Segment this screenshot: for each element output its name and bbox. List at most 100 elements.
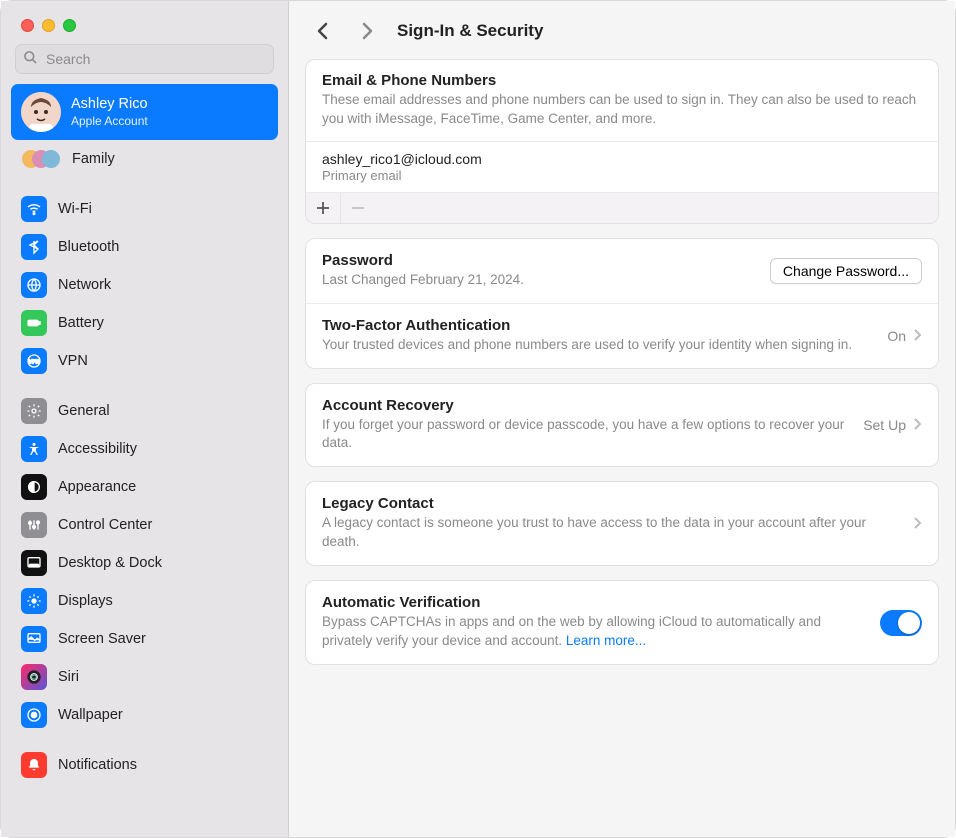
search-input[interactable] (15, 44, 274, 74)
screensaver-icon (21, 626, 47, 652)
sidebar-item-battery[interactable]: Battery (11, 304, 278, 342)
recovery-value: Set Up (863, 417, 906, 433)
sidebar-item-label: Bluetooth (58, 239, 119, 255)
legacy-desc: A legacy contact is someone you trust to… (322, 514, 898, 552)
sidebar-item-wallpaper[interactable]: Wallpaper (11, 696, 278, 734)
wallpaper-icon (21, 702, 47, 728)
password-2fa-card: Password Last Changed February 21, 2024.… (305, 238, 939, 369)
avatar (21, 92, 61, 132)
sidebar-item-appearance[interactable]: Appearance (11, 468, 278, 506)
control-icon (21, 512, 47, 538)
appearance-icon (21, 474, 47, 500)
user-subtitle: Apple Account (71, 114, 148, 128)
sidebar-item-label: Displays (58, 593, 113, 609)
sidebar-item-accessibility[interactable]: Accessibility (11, 430, 278, 468)
sidebar-item-vpn[interactable]: VPN VPN (11, 342, 278, 380)
sidebar-item-label: Network (58, 277, 111, 293)
twofa-title: Two-Factor Authentication (322, 317, 875, 334)
sidebar-item-siri[interactable]: Siri (11, 658, 278, 696)
sidebar-item-wi-fi[interactable]: Wi-Fi (11, 190, 278, 228)
close-window-button[interactable] (21, 19, 34, 32)
email-section-desc: These email addresses and phone numbers … (322, 91, 922, 129)
sidebar-item-desktop-dock[interactable]: Desktop & Dock (11, 544, 278, 582)
sidebar-item-label: Accessibility (58, 441, 137, 457)
sidebar: Ashley Rico Apple Account Family Wi-Fi Bl… (1, 1, 289, 837)
password-title: Password (322, 252, 758, 269)
sidebar-item-label: Wallpaper (58, 707, 123, 723)
sidebar-item-apple-account[interactable]: Ashley Rico Apple Account (11, 84, 278, 140)
sidebar-list: Ashley Rico Apple Account Family Wi-Fi Bl… (1, 84, 288, 837)
twofa-value: On (887, 328, 906, 344)
battery-icon (21, 310, 47, 336)
learn-more-link[interactable]: Learn more... (566, 633, 646, 648)
chevron-right-icon (914, 328, 922, 344)
sidebar-item-label: Battery (58, 315, 104, 331)
family-label: Family (72, 151, 115, 167)
password-row: Password Last Changed February 21, 2024.… (306, 239, 938, 303)
bell-icon (21, 752, 47, 778)
sidebar-item-control-center[interactable]: Control Center (11, 506, 278, 544)
email-entry[interactable]: ashley_rico1@icloud.comPrimary email (306, 141, 938, 192)
dock-icon (21, 550, 47, 576)
sidebar-item-bluetooth[interactable]: Bluetooth (11, 228, 278, 266)
twofa-desc: Your trusted devices and phone numbers a… (322, 336, 875, 355)
siri-icon (21, 664, 47, 690)
email-type: Primary email (322, 168, 922, 183)
sidebar-item-label: Siri (58, 669, 79, 685)
search-icon (23, 50, 38, 68)
sidebar-item-screen-saver[interactable]: Screen Saver (11, 620, 278, 658)
chevron-right-icon (914, 516, 922, 532)
sidebar-item-label: Notifications (58, 757, 137, 773)
auto-verify-toggle[interactable] (880, 610, 922, 636)
email-add-remove-bar (306, 192, 938, 223)
legacy-title: Legacy Contact (322, 495, 898, 512)
fullscreen-window-button[interactable] (63, 19, 76, 32)
email-address: ashley_rico1@icloud.com (322, 151, 922, 167)
sidebar-item-label: Appearance (58, 479, 136, 495)
wifi-icon (21, 196, 47, 222)
main-panel: Sign-In & Security Email & Phone Numbers… (289, 1, 955, 837)
sidebar-item-label: Screen Saver (58, 631, 146, 647)
recovery-card: Account Recovery If you forget your pass… (305, 383, 939, 468)
sidebar-item-general[interactable]: General (11, 392, 278, 430)
auto-verify-title: Automatic Verification (322, 594, 868, 611)
topbar: Sign-In & Security (289, 1, 955, 59)
sidebar-item-network[interactable]: Network (11, 266, 278, 304)
recovery-desc: If you forget your password or device pa… (322, 416, 851, 454)
remove-email-button[interactable] (340, 193, 374, 223)
back-button[interactable] (309, 17, 337, 45)
minimize-window-button[interactable] (42, 19, 55, 32)
twofa-row[interactable]: Two-Factor Authentication Your trusted d… (306, 303, 938, 368)
recovery-row[interactable]: Account Recovery If you forget your pass… (306, 384, 938, 467)
globe-icon (21, 272, 47, 298)
auto-verify-desc: Bypass CAPTCHAs in apps and on the web b… (322, 613, 868, 651)
sidebar-item-label: General (58, 403, 110, 419)
chevron-right-icon (914, 417, 922, 433)
vpn-icon: VPN (21, 348, 47, 374)
displays-icon (21, 588, 47, 614)
family-icon (21, 146, 61, 172)
legacy-card: Legacy Contact A legacy contact is someo… (305, 481, 939, 566)
sidebar-item-label: Control Center (58, 517, 152, 533)
sidebar-item-label: Wi-Fi (58, 201, 92, 217)
change-password-button[interactable]: Change Password... (770, 258, 922, 284)
user-name: Ashley Rico (71, 95, 148, 114)
sidebar-item-family[interactable]: Family (11, 140, 278, 178)
add-email-button[interactable] (306, 193, 340, 223)
accessibility-icon (21, 436, 47, 462)
password-desc: Last Changed February 21, 2024. (322, 271, 758, 290)
sidebar-item-label: VPN (58, 353, 88, 369)
page-title: Sign-In & Security (397, 21, 543, 41)
sidebar-item-notifications[interactable]: Notifications (11, 746, 278, 784)
legacy-row[interactable]: Legacy Contact A legacy contact is someo… (306, 482, 938, 565)
forward-button[interactable] (353, 17, 381, 45)
bluetooth-icon (21, 234, 47, 260)
sidebar-item-label: Desktop & Dock (58, 555, 162, 571)
sidebar-item-displays[interactable]: Displays (11, 582, 278, 620)
email-phone-card: Email & Phone Numbers These email addres… (305, 59, 939, 224)
gear-icon (21, 398, 47, 424)
auto-verify-row: Automatic Verification Bypass CAPTCHAs i… (306, 581, 938, 664)
svg-text:VPN: VPN (29, 360, 40, 366)
auto-verify-card: Automatic Verification Bypass CAPTCHAs i… (305, 580, 939, 665)
recovery-title: Account Recovery (322, 397, 851, 414)
